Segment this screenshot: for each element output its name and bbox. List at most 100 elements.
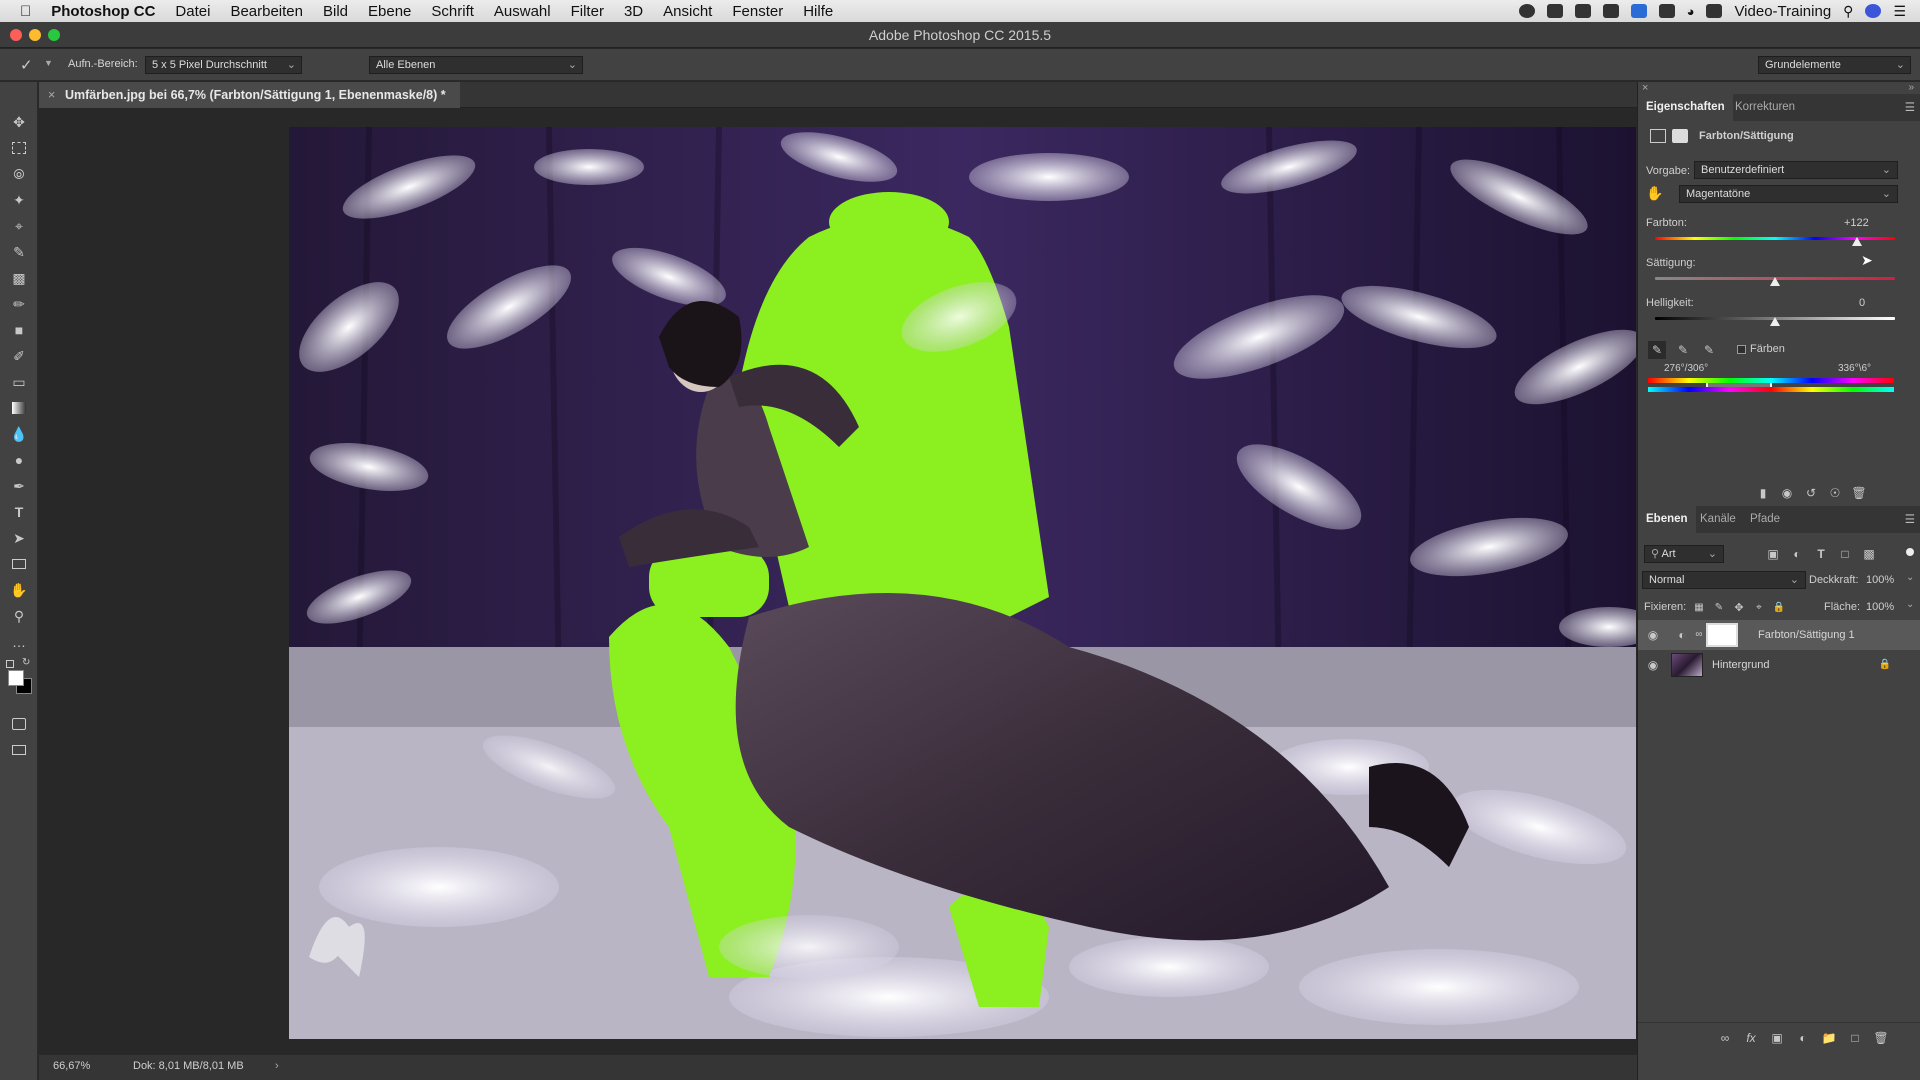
link-layers-icon[interactable]: ∞ <box>1716 1029 1734 1047</box>
quick-mask-icon[interactable] <box>9 714 29 734</box>
menu-ebene[interactable]: Ebene <box>358 3 421 20</box>
menu-ansicht[interactable]: Ansicht <box>653 3 722 20</box>
tool-preset-chevron-icon[interactable]: ▼ <box>44 58 53 68</box>
lock-icon[interactable]: 🔒 <box>1878 658 1892 672</box>
crop-tool-icon[interactable]: ⌖ <box>9 216 29 236</box>
healing-brush-tool-icon[interactable]: ▩ <box>9 268 29 288</box>
lock-transparent-icon[interactable]: ▦ <box>1692 600 1706 614</box>
hand-tool-icon[interactable]: ✋ <box>9 580 29 600</box>
tab-pfade[interactable]: Pfade <box>1742 506 1788 533</box>
close-panel-icon[interactable]: × <box>1642 82 1648 94</box>
dropbox-icon[interactable] <box>1630 4 1647 18</box>
blur-tool-icon[interactable]: 💧 <box>9 424 29 444</box>
opacity-chevron-icon[interactable]: ⌄ <box>1906 572 1914 583</box>
history-brush-tool-icon[interactable]: ✐ <box>9 346 29 366</box>
notification-center-icon[interactable]: ☰ <box>1893 3 1906 20</box>
default-colors-icon[interactable] <box>6 660 14 668</box>
clip-to-layer-icon[interactable]: ▮ <box>1754 484 1772 502</box>
layers-panel-menu-icon[interactable]: ☰ <box>1905 512 1915 526</box>
eyedropper-minus-icon[interactable]: ✎ <box>1700 341 1718 359</box>
layer-name[interactable]: Hintergrund <box>1712 650 1769 680</box>
marquee-tool-icon[interactable] <box>9 138 29 158</box>
gradient-tool-icon[interactable] <box>9 398 29 418</box>
mask-icon[interactable] <box>1672 129 1688 143</box>
sync-icon[interactable] <box>1574 4 1591 18</box>
screen-mode-icon[interactable] <box>9 740 29 760</box>
close-tab-icon[interactable]: × <box>48 82 55 108</box>
quick-selection-tool-icon[interactable]: ✦ <box>9 190 29 210</box>
more-tools-icon[interactable]: … <box>9 632 29 652</box>
fill-chevron-icon[interactable]: ⌄ <box>1906 599 1914 610</box>
eraser-tool-icon[interactable]: ▭ <box>9 372 29 392</box>
document-canvas[interactable] <box>289 127 1636 1039</box>
preset-select[interactable]: Benutzerdefiniert ⌄ <box>1694 161 1898 179</box>
visibility-eye-icon[interactable]: ◉ <box>1645 627 1661 643</box>
lasso-tool-icon[interactable]: ⦾ <box>9 164 29 184</box>
tab-ebenen[interactable]: Ebenen <box>1638 506 1696 533</box>
channel-select[interactable]: Magentatöne ⌄ <box>1679 185 1898 203</box>
menu-3d[interactable]: 3D <box>614 3 653 20</box>
filter-pixel-icon[interactable]: ▣ <box>1765 546 1781 562</box>
lightness-value[interactable]: 0 <box>1859 297 1865 309</box>
maximize-window-button[interactable] <box>48 29 60 41</box>
eyedropper-icon[interactable]: ✎ <box>1648 341 1666 359</box>
menu-auswahl[interactable]: Auswahl <box>484 3 561 20</box>
menu-app[interactable]: Photoshop CC <box>41 3 165 20</box>
panel-menu-icon[interactable]: ☰ <box>1905 100 1915 114</box>
menu-bearbeiten[interactable]: Bearbeiten <box>220 3 313 20</box>
brush-tool-icon[interactable]: ✏ <box>9 294 29 314</box>
user-name[interactable]: Video-Training <box>1734 3 1831 20</box>
menu-datei[interactable]: Datei <box>165 3 220 20</box>
spotlight-icon[interactable]: ⚲ <box>1843 3 1853 20</box>
workspace-select[interactable]: Grundelemente ⌄ <box>1758 56 1911 74</box>
lock-all-icon[interactable]: 🔒 <box>1772 600 1786 614</box>
sample-layers-select[interactable]: Alle Ebenen ⌄ <box>369 56 583 74</box>
layer-row-hintergrund[interactable]: ◉ Hintergrund 🔒 <box>1638 650 1920 680</box>
add-mask-icon[interactable]: ▣ <box>1768 1029 1786 1047</box>
layer-mask-thumbnail[interactable] <box>1706 623 1738 647</box>
zoom-level[interactable]: 66,67% <box>53 1060 90 1072</box>
new-adjustment-layer-icon[interactable]: ◐ <box>1794 1029 1812 1047</box>
toggle-visibility-icon[interactable]: ☉ <box>1826 484 1844 502</box>
sample-size-select[interactable]: 5 x 5 Pixel Durchschnitt ⌄ <box>145 56 302 74</box>
move-tool-icon[interactable]: ✥ <box>9 112 29 132</box>
collapse-panel-icon[interactable]: » <box>1908 82 1914 93</box>
blend-mode-select[interactable]: Normal ⌄ <box>1642 571 1806 589</box>
status-menu-arrow-icon[interactable]: › <box>275 1060 279 1072</box>
minimize-window-button[interactable] <box>29 29 41 41</box>
filter-toggle-icon[interactable] <box>1906 548 1914 556</box>
swap-colors-icon[interactable]: ↻ <box>22 657 30 668</box>
view-previous-state-icon[interactable]: ◉ <box>1778 484 1796 502</box>
hue-slider-thumb[interactable] <box>1851 237 1862 246</box>
filter-smart-object-icon[interactable]: ▩ <box>1861 546 1877 562</box>
targeted-adjustment-hand-icon[interactable]: ✋ <box>1646 184 1664 202</box>
airplay-icon[interactable] <box>1706 4 1723 18</box>
tab-eigenschaften[interactable]: Eigenschaften <box>1638 94 1733 121</box>
record-icon[interactable] <box>1518 4 1535 18</box>
delete-layer-icon[interactable]: 🗑 <box>1872 1029 1890 1047</box>
lock-position-icon[interactable]: ✥ <box>1732 600 1746 614</box>
hue-range-selector[interactable] <box>1706 383 1772 387</box>
layer-row-farbton-saettigung[interactable]: ◉ ◐ ∞ Farbton/Sättigung 1 <box>1638 620 1920 650</box>
menu-filter[interactable]: Filter <box>561 3 614 20</box>
menu-bild[interactable]: Bild <box>313 3 358 20</box>
lock-image-icon[interactable]: ✎ <box>1712 600 1726 614</box>
layer-style-fx-icon[interactable]: fx <box>1742 1029 1760 1047</box>
eyedropper-tool-icon[interactable]: ✎ <box>9 242 29 262</box>
tab-korrekturen[interactable]: Korrekturen <box>1727 94 1803 121</box>
fill-value[interactable]: 100% <box>1866 601 1894 613</box>
reset-icon[interactable]: ↺ <box>1802 484 1820 502</box>
siri-icon[interactable] <box>1865 4 1882 18</box>
menu-hilfe[interactable]: Hilfe <box>793 3 843 20</box>
new-group-icon[interactable]: 📁 <box>1820 1029 1838 1047</box>
eyedropper-plus-icon[interactable]: ✎ <box>1674 341 1692 359</box>
bluetooth-icon[interactable] <box>1658 4 1675 18</box>
clone-stamp-tool-icon[interactable]: ■ <box>9 320 29 340</box>
saturation-slider-thumb[interactable] <box>1770 277 1780 286</box>
pen-tool-icon[interactable]: ✒ <box>9 476 29 496</box>
menu-schrift[interactable]: Schrift <box>421 3 484 20</box>
filter-shape-icon[interactable]: □ <box>1837 546 1853 562</box>
dodge-tool-icon[interactable]: ● <box>9 450 29 470</box>
filter-type-icon[interactable]: T <box>1813 546 1829 562</box>
colorize-checkbox[interactable] <box>1737 345 1746 354</box>
